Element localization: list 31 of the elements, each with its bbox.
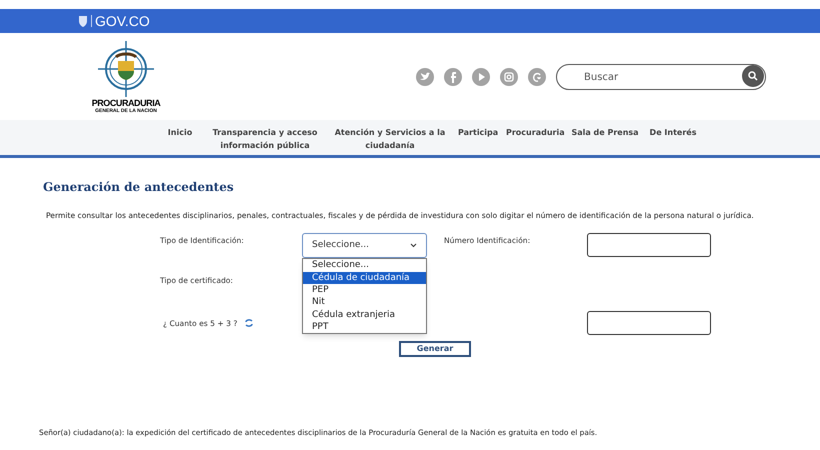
at-sign-icon[interactable] (528, 68, 546, 86)
camera-icon[interactable] (500, 68, 518, 86)
logo-title: PROCURADURIA (92, 99, 160, 108)
dropdown-option[interactable]: Cédula de ciudadanía (303, 272, 426, 284)
id-type-select[interactable]: Seleccione... (302, 233, 427, 258)
nav-link[interactable]: De Interés (648, 126, 698, 139)
dropdown-option[interactable]: Cédula extranjeria (303, 308, 426, 321)
id-number-field[interactable] (587, 233, 711, 258)
nav-link[interactable]: Inicio (160, 126, 200, 139)
dropdown-option[interactable]: PEP (303, 284, 426, 296)
bird-icon[interactable] (416, 68, 434, 86)
nav-link[interactable]: Transparencia y acceso información pública (208, 126, 322, 152)
refresh-icon[interactable] (245, 318, 254, 328)
nav-link[interactable]: Procuraduria (506, 126, 562, 139)
dropdown-option[interactable]: PPT (303, 320, 426, 334)
dropdown-option[interactable]: Seleccione... (303, 259, 426, 272)
dropdown-option[interactable]: Nit (303, 296, 426, 309)
play-icon[interactable] (472, 68, 490, 86)
gov-brand[interactable]: GOV.CO (95, 10, 150, 32)
emblem-icon (96, 39, 156, 99)
search-field[interactable]: Buscar (556, 64, 766, 90)
captcha-field[interactable] (587, 311, 712, 336)
nav-link[interactable]: Participa (458, 126, 498, 139)
search-icon[interactable] (742, 64, 764, 87)
chevron-icon (410, 243, 417, 248)
facebook-icon[interactable] (444, 68, 462, 86)
page-heading: Generación de antecedentes (43, 179, 235, 196)
shield-icon (78, 15, 88, 27)
generate-button[interactable]: Generar (399, 341, 471, 358)
nav-link[interactable]: Sala de Prensa (570, 126, 640, 139)
nav-link[interactable]: Atención y Servicios a la ciudadanía (330, 126, 450, 152)
